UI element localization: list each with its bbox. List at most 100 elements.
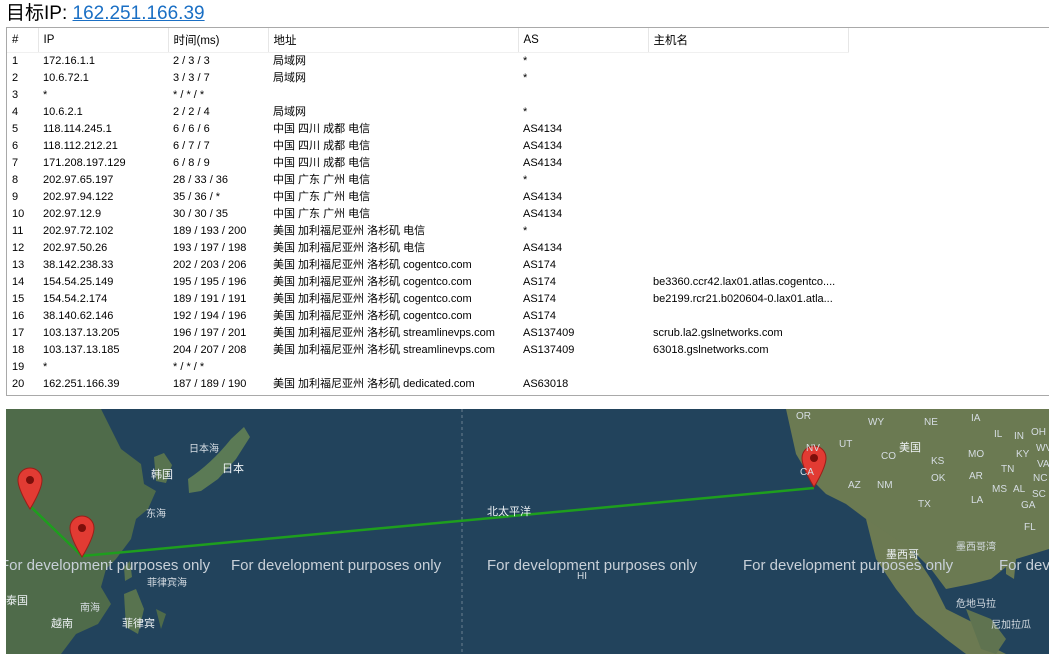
hop-as-cell: * [523, 225, 528, 237]
hop-index-cell: 7 [12, 157, 19, 169]
hop-row[interactable]: 8 202.97.65.197 28 / 33 / 36 中国 广东 广州 电信 * [7, 172, 848, 189]
hop-row[interactable]: 6 118.112.212.21 6 / 7 / 7 中国 四川 成都 电信 AS413… [7, 138, 848, 155]
hop-ip-cell: 38.140.62.146 [43, 310, 114, 322]
hop-time-cell: 30 / 30 / 35 [173, 208, 229, 220]
hop-address-cell: 美国 加利福尼亚州 洛杉矶 dedicated.com [273, 378, 475, 390]
hop-hostname-cell [648, 121, 848, 138]
hop-index-cell: 1 [12, 55, 19, 67]
hop-row[interactable]: 16 38.140.62.146 192 / 194 / 196 美国 加利福尼亚州 … [7, 308, 848, 325]
map-label-nv: NV [806, 443, 820, 454]
hop-index-cell: 9 [12, 191, 19, 203]
map-label-philippine-sea: 菲律宾海 [147, 578, 187, 589]
hop-hostname-cell: scrub.la2.gslnetworks.com [653, 327, 783, 339]
hop-index-cell: 13 [12, 259, 25, 271]
hop-index-cell: 20 [12, 378, 25, 390]
hop-address-cell: 美国 加利福尼亚州 洛杉矶 电信 [273, 225, 426, 237]
map-label-fl: FL [1024, 522, 1036, 533]
hop-ip-cell: 202.97.50.26 [43, 242, 108, 254]
hop-as-cell: * [523, 55, 528, 67]
map-label-east-sea: 东海 [146, 509, 166, 520]
map-label-or: OR [796, 411, 811, 422]
hop-row[interactable]: 7 171.208.197.129 6 / 8 / 9 中国 四川 成都 电信 AS41… [7, 155, 848, 172]
hop-row[interactable]: 2 10.6.72.1 3 / 3 / 7 局域网 * [7, 70, 848, 87]
map-watermark: For development purposes only [999, 557, 1049, 574]
route-map[interactable]: 日本海 韩国 日本 东海 南海 菲律宾海 泰国 越南 菲律宾 北太平洋 HI 美… [6, 409, 1049, 654]
hop-hostname-cell [648, 308, 848, 325]
hop-as-cell: AS174 [523, 259, 557, 271]
hop-address-cell: 美国 加利福尼亚州 洛杉矶 电信 [273, 242, 426, 254]
hop-time-cell: 35 / 36 / * [173, 191, 221, 203]
hop-time-cell: 193 / 197 / 198 [173, 242, 247, 254]
map-label-co: CO [881, 451, 896, 462]
map-label-south-sea: 南海 [80, 603, 100, 614]
map-label-thailand: 泰国 [6, 595, 28, 607]
hop-address-cell: 美国 加利福尼亚州 洛杉矶 streamlinevps.com [273, 344, 495, 356]
hop-address-cell [268, 359, 518, 376]
hop-time-cell: 196 / 197 / 201 [173, 327, 247, 339]
hop-index-cell: 18 [12, 344, 25, 356]
hop-row[interactable]: 4 10.6.2.1 2 / 2 / 4 局域网 * [7, 104, 848, 121]
map-label-ga: GA [1021, 500, 1036, 511]
hop-ip-cell: 171.208.197.129 [43, 157, 126, 169]
map-pin-marker[interactable] [16, 466, 44, 510]
map-pin-marker[interactable] [68, 514, 96, 558]
hop-as-cell: AS174 [523, 310, 557, 322]
target-ip-link[interactable]: 162.251.166.39 [73, 3, 205, 24]
hop-row[interactable]: 20 162.251.166.39 187 / 189 / 190 美国 加利福尼亚州… [7, 376, 848, 393]
map-label-nicaragua: 尼加拉瓜 [991, 620, 1031, 631]
hop-row[interactable]: 9 202.97.94.122 35 / 36 / * 中国 广东 广州 电信 AS41… [7, 189, 848, 206]
hop-row[interactable]: 1 172.16.1.1 2 / 3 / 3 局域网 * [7, 53, 848, 71]
hop-row[interactable]: 15 154.54.2.174 189 / 191 / 191 美国 加利福尼亚州 洛… [7, 291, 848, 308]
map-canvas [6, 409, 1049, 654]
hop-ip-cell: 172.16.1.1 [43, 55, 95, 67]
map-label-guatemala: 危地马拉 [956, 599, 996, 610]
map-label-ar: AR [969, 471, 983, 482]
map-label-japan-sea: 日本海 [189, 444, 219, 455]
hop-row[interactable]: 12 202.97.50.26 193 / 197 / 198 美国 加利福尼亚州 洛… [7, 240, 848, 257]
hop-time-cell: 202 / 203 / 206 [173, 259, 247, 271]
hop-time-cell: 192 / 194 / 196 [173, 310, 247, 322]
hop-ip-cell: 154.54.2.174 [43, 293, 108, 305]
hop-address-cell [268, 87, 518, 104]
hop-index-cell: 8 [12, 174, 19, 186]
map-watermark: For development purposes only [487, 557, 698, 574]
hop-row[interactable]: 18 103.137.13.185 204 / 207 / 208 美国 加利福尼亚州… [7, 342, 848, 359]
map-label-in: IN [1014, 431, 1024, 442]
map-label-philippines: 菲律宾 [122, 618, 155, 630]
map-label-ne: NE [924, 417, 938, 428]
hop-index-cell: 19 [12, 361, 25, 373]
target-ip-label: 目标IP: [6, 3, 73, 24]
hop-row[interactable]: 3 * * / * / * [7, 87, 848, 104]
hop-ip-cell: 10.6.2.1 [43, 106, 83, 118]
col-header-ip[interactable]: IP [38, 28, 169, 53]
col-header-time[interactable]: 时间(ms) [168, 28, 269, 53]
hop-row[interactable]: 17 103.137.13.205 196 / 197 / 201 美国 加利福尼亚州… [7, 325, 848, 342]
map-label-tn: TN [1001, 464, 1015, 475]
col-header-hostname[interactable]: 主机名 [648, 28, 849, 53]
hop-hostname-cell [648, 223, 848, 240]
hop-row[interactable]: 14 154.54.25.149 195 / 195 / 196 美国 加利福尼亚州 … [7, 274, 848, 291]
hop-row[interactable]: 5 118.114.245.1 6 / 6 / 6 中国 四川 成都 电信 AS4134 [7, 121, 848, 138]
col-header-address[interactable]: 地址 [268, 28, 519, 53]
col-header-as[interactable]: AS [518, 28, 649, 53]
hop-row[interactable]: 13 38.142.238.33 202 / 203 / 206 美国 加利福尼亚州 … [7, 257, 848, 274]
hop-address-cell: 局域网 [273, 106, 306, 118]
hop-ip-cell: 103.137.13.205 [43, 327, 120, 339]
map-label-wy: WY [868, 417, 885, 428]
hop-index-cell: 16 [12, 310, 25, 322]
hop-time-cell: 204 / 207 / 208 [173, 344, 247, 356]
hop-ip-cell: 10.6.72.1 [43, 72, 89, 84]
map-label-pacific: 北太平洋 [487, 506, 531, 518]
hop-address-cell: 美国 加利福尼亚州 洛杉矶 cogentco.com [273, 276, 472, 288]
hop-row[interactable]: 11 202.97.72.102 189 / 193 / 200 美国 加利福尼亚州 … [7, 223, 848, 240]
col-header-index[interactable]: # [7, 28, 39, 53]
map-label-japan: 日本 [222, 463, 244, 475]
hop-as-cell [518, 87, 648, 104]
table-header-row: # IP 时间(ms) 地址 AS 主机名 [7, 28, 849, 53]
hop-row[interactable]: 10 202.97.12.9 30 / 30 / 35 中国 广东 广州 电信 AS41… [7, 206, 848, 223]
hop-index-cell: 6 [12, 140, 19, 152]
hop-hostname-cell [648, 257, 848, 274]
hop-row[interactable]: 19 * * / * / * [7, 359, 848, 376]
hop-time-cell: 2 / 3 / 3 [173, 55, 210, 67]
hop-hostname-cell [648, 155, 848, 172]
